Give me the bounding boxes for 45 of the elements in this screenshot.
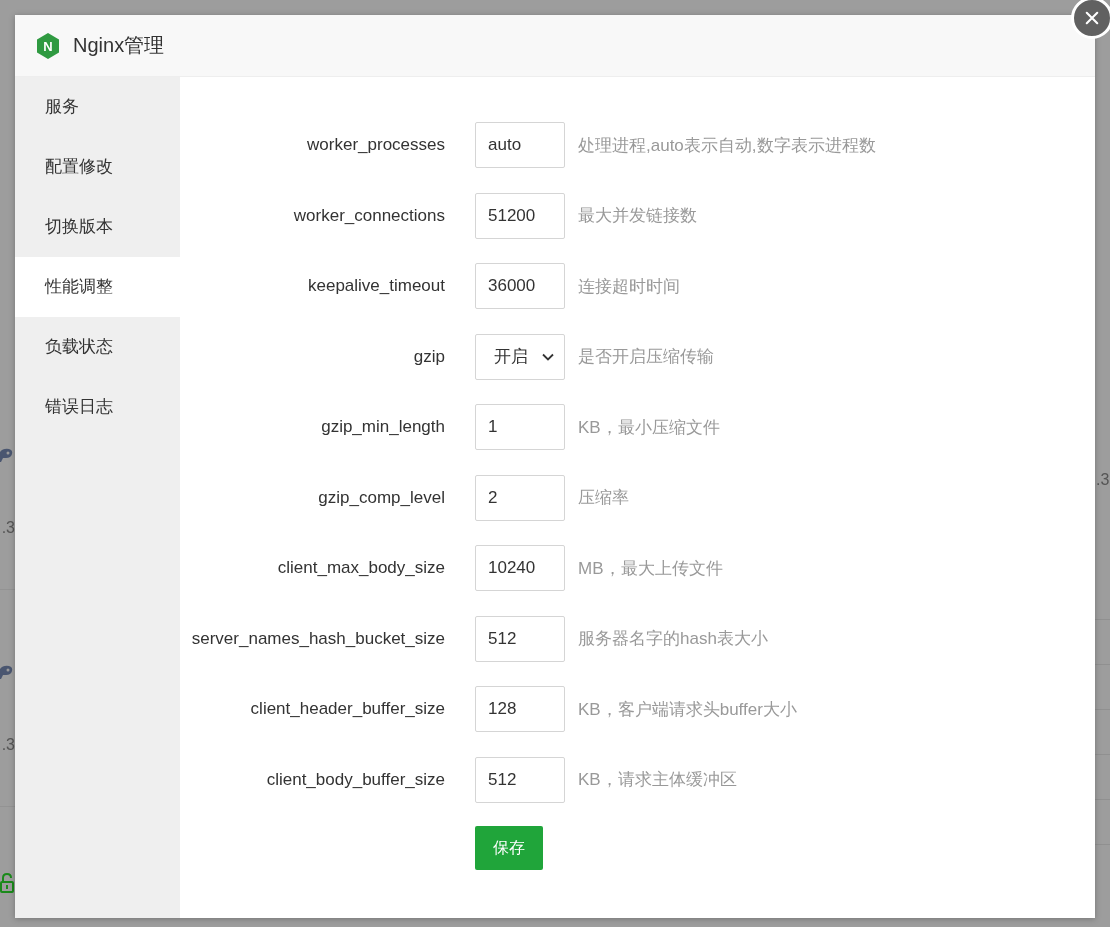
version-text: .3 [1,518,15,538]
hint-text: KB，客户端请求头buffer大小 [577,698,798,721]
close-icon [1085,11,1099,25]
field-label: worker_connections [292,205,446,226]
sidebar-item[interactable]: 负载状态 [15,317,180,377]
hint-text: KB，最小压缩文件 [577,416,721,439]
field-label: client_header_buffer_size [249,699,446,719]
field-label: gzip [412,346,446,367]
field-label: gzip_comp_level [317,487,446,508]
hint-text: MB，最大上传文件 [577,557,724,580]
close-button[interactable] [1071,0,1110,39]
hint-text: 是否开启压缩传输 [577,346,715,368]
hint-text: 最大并发链接数 [577,205,698,227]
field-label: keepalive_timeout [306,276,446,296]
input-field[interactable]: 1 [475,404,565,450]
chevron-down-icon [542,352,554,361]
hint-text: 服务器名字的hash表大小 [577,628,769,650]
sidebar-item[interactable]: 服务 [15,77,180,137]
hint-text: 连接超时时间 [577,275,681,298]
input-field[interactable]: 36000 [475,263,565,309]
app-logo: N [36,32,60,59]
input-field[interactable]: 10240 [475,545,565,591]
sidebar-item[interactable]: 性能调整 [15,257,180,317]
sidebar-item[interactable]: 切换版本 [15,197,180,257]
sidebar-item[interactable]: 错误日志 [15,377,180,437]
field-label: server_names_hash_bucket_size [190,628,446,649]
field-label: worker_processes [306,135,446,155]
input-field[interactable]: 128 [475,686,565,732]
input-field[interactable]: 2 [475,474,565,521]
field-label: client_max_body_size [276,558,446,578]
sidebar-item[interactable]: 配置修改 [15,137,180,197]
input-field[interactable]: 51200 [475,192,565,239]
version-text: .3 [1,735,15,755]
input-field[interactable]: auto [475,122,565,168]
hint-text: 压缩率 [577,487,630,509]
input-field[interactable]: 512 [475,615,565,662]
hint-text: 处理进程,auto表示自动,数字表示进程数 [577,134,877,157]
field-label: client_body_buffer_size [265,769,446,790]
field-label: gzip_min_length [320,417,446,437]
version-text: .3 [1096,470,1110,490]
dialog-title: Nginx管理 [73,33,165,58]
hint-text: KB，请求主体缓冲区 [577,769,738,791]
dropdown[interactable]: 开启 [475,333,565,380]
input-field[interactable]: 512 [475,756,565,803]
lock-icon [0,873,14,893]
